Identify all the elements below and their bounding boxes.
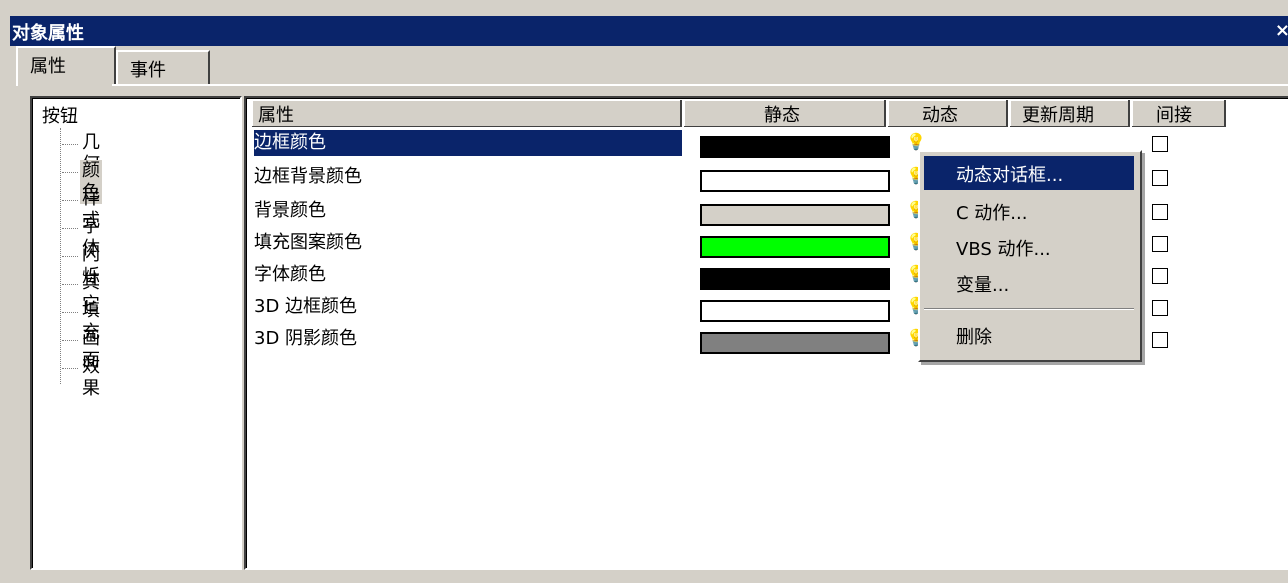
column-header-indirect[interactable]: 间接 (1132, 100, 1226, 127)
tab-properties[interactable]: 属性 (16, 46, 116, 86)
object-tree[interactable]: 按钮 几何 颜色 样式 字体 闪烁 其它 填充 画面 效果 (30, 96, 242, 570)
indirect-checkbox[interactable] (1152, 268, 1168, 284)
indirect-checkbox[interactable] (1152, 136, 1168, 152)
column-header-property[interactable]: 属性 (252, 100, 682, 127)
menu-item-c-action[interactable]: C 动作... (924, 194, 1134, 228)
indirect-checkbox[interactable] (1152, 170, 1168, 186)
row-name: 边框背景颜色 (254, 166, 362, 187)
column-header-update-cycle[interactable]: 更新周期 (1010, 100, 1130, 127)
close-icon[interactable]: × (1275, 20, 1288, 41)
static-color-swatch[interactable] (700, 300, 890, 322)
tab-events[interactable]: 事件 (116, 50, 210, 84)
row-name: 字体颜色 (254, 264, 326, 285)
indirect-checkbox[interactable] (1152, 204, 1168, 220)
indirect-checkbox[interactable] (1152, 300, 1168, 316)
context-menu: 动态对话框... C 动作... VBS 动作... 变量... 删除 (918, 150, 1142, 362)
tab-divider (112, 84, 1288, 86)
row-name: 3D 阴影颜色 (254, 328, 358, 349)
menu-item-label: VBS 动作... (956, 239, 1051, 260)
static-color-swatch[interactable] (700, 170, 890, 192)
static-color-swatch[interactable] (700, 236, 890, 258)
menu-item-dynamic-dialog[interactable]: 动态对话框... (924, 156, 1134, 190)
static-color-swatch[interactable] (700, 204, 890, 226)
menu-item-tag[interactable]: 变量... (924, 266, 1134, 300)
window-title: 对象属性 (12, 23, 84, 44)
column-header-label: 间接 (1156, 105, 1192, 126)
column-header-label: 更新周期 (1022, 105, 1094, 126)
row-name: 3D 边框颜色 (254, 296, 358, 317)
column-header-label: 静态 (764, 105, 800, 126)
tree-root-button[interactable]: 按钮 (42, 102, 78, 128)
column-header-dynamic[interactable]: 动态 (888, 100, 1008, 127)
menu-item-label: 变量... (956, 275, 1010, 296)
title-bar: 对象属性 × (10, 16, 1288, 46)
lightbulb-icon[interactable]: 💡 (906, 132, 926, 151)
tab-events-label: 事件 (130, 60, 166, 81)
row-name: 填充图案颜色 (254, 232, 362, 253)
row-name: 边框颜色 (254, 130, 682, 156)
row-name: 背景颜色 (254, 200, 326, 221)
tree-connector (60, 128, 61, 384)
indirect-checkbox[interactable] (1152, 332, 1168, 348)
indirect-checkbox[interactable] (1152, 236, 1168, 252)
menu-item-label: 动态对话框... (956, 165, 1064, 186)
menu-item-vbs-action[interactable]: VBS 动作... (924, 230, 1134, 264)
static-color-swatch[interactable] (700, 332, 890, 354)
column-header-static[interactable]: 静态 (684, 100, 886, 127)
menu-separator (924, 308, 1134, 310)
static-color-swatch[interactable] (700, 268, 890, 290)
column-header-label: 动态 (922, 105, 958, 126)
menu-item-label: 删除 (956, 327, 992, 348)
menu-item-label: C 动作... (956, 203, 1028, 224)
column-header-label: 属性 (258, 105, 294, 126)
menu-item-delete[interactable]: 删除 (924, 318, 1134, 352)
static-color-swatch[interactable] (700, 136, 890, 158)
tree-item-label: 效果 (82, 356, 100, 399)
tab-properties-label: 属性 (30, 56, 66, 77)
